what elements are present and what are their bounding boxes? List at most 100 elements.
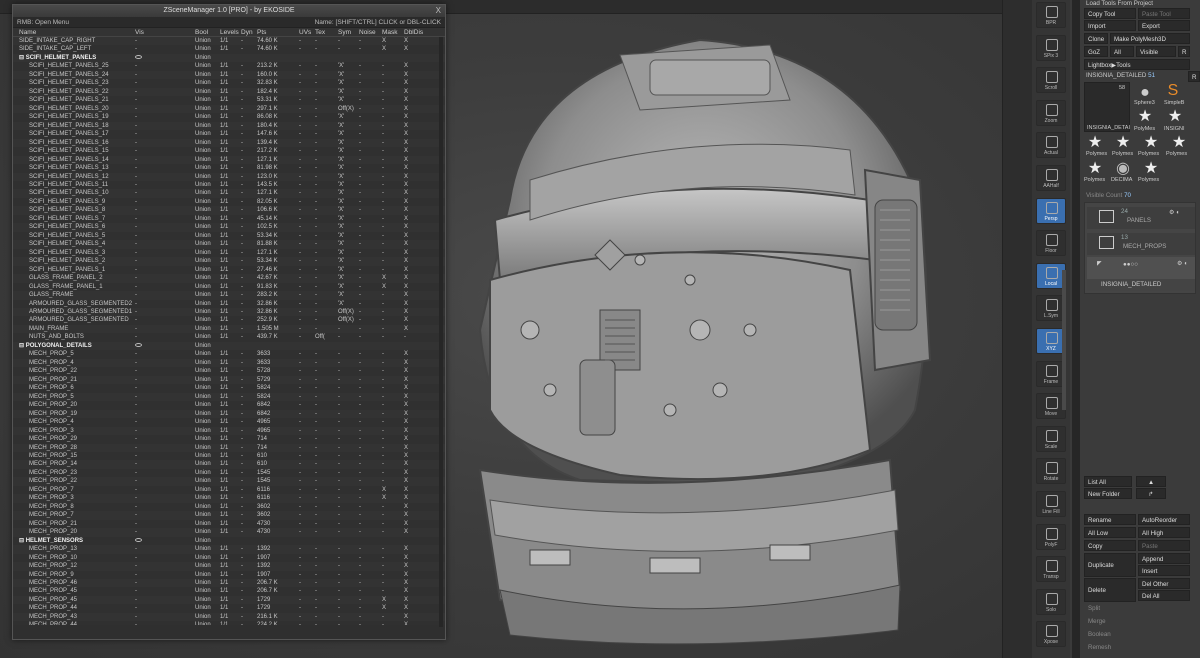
col-dbldis[interactable]: DblDis — [404, 28, 423, 37]
cell-mask[interactable]: X — [382, 45, 386, 53]
cell-name[interactable]: SCIFI_HELMET_PANELS_2 — [19, 257, 139, 265]
cell-bool[interactable]: Union — [195, 257, 211, 265]
cell-vis[interactable]: - — [135, 444, 137, 452]
cell-vis[interactable]: - — [135, 494, 137, 502]
cell-vis[interactable]: - — [135, 350, 137, 358]
table-row[interactable]: MECH_PROP_12- Union 1/1-1392- - - - - X — [13, 562, 445, 571]
cell-mask[interactable]: X — [382, 494, 386, 502]
folder-row[interactable]: ⊟ HELMET_SENSORS Union — [13, 537, 445, 545]
cell-name[interactable]: MECH_PROP_7 — [19, 486, 139, 494]
tool-transp[interactable]: Transp — [1036, 556, 1066, 583]
cell-mask[interactable]: - — [382, 173, 384, 181]
cell-mask[interactable]: - — [382, 164, 384, 172]
cell-vis[interactable]: - — [135, 333, 137, 341]
cell-dbl[interactable]: X — [404, 223, 408, 231]
cell-bool[interactable]: Union — [195, 156, 211, 164]
cell-sym[interactable]: 'X' — [338, 206, 344, 214]
cell-bool[interactable]: Union — [195, 477, 211, 485]
col-bool[interactable]: Bool — [195, 28, 208, 37]
table-row[interactable]: MECH_PROP_13- Union 1/1-1392- - - - - X — [13, 545, 445, 554]
cell-sym[interactable]: - — [338, 325, 340, 333]
cell-dbl[interactable]: X — [404, 71, 408, 79]
col-name[interactable]: Name — [19, 28, 139, 37]
cell-mask[interactable]: - — [382, 427, 384, 435]
cell-mask[interactable]: - — [382, 562, 384, 570]
cell-mask[interactable]: - — [382, 452, 384, 460]
cell-bool[interactable]: Union — [195, 105, 211, 113]
cell-name[interactable]: SCIFI_HELMET_PANELS_10 — [19, 189, 139, 197]
cell-name[interactable]: ⊟ POLYGONAL_DETAILS — [19, 342, 139, 350]
cell-bool[interactable]: Union — [195, 300, 211, 308]
table-row[interactable]: SCIFI_HELMET_PANELS_12- Union 1/1-123.0 K-… — [13, 172, 445, 181]
cell-vis[interactable]: - — [135, 376, 137, 384]
cell-dbl[interactable]: X — [404, 316, 408, 324]
cell-vis[interactable]: - — [135, 393, 137, 401]
all-low-button[interactable]: All Low — [1084, 527, 1136, 538]
cell-name[interactable]: MECH_PROP_19 — [19, 410, 139, 418]
cell-bool[interactable]: Union — [195, 266, 211, 274]
cell-name[interactable]: ARMOURED_GLASS_SEGMENTED1 — [19, 308, 139, 316]
cell-name[interactable]: SCIFI_HELMET_PANELS_16 — [19, 139, 139, 147]
cell-name[interactable]: MECH_PROP_8 — [19, 503, 139, 511]
table-row[interactable]: SIDE_INTAKE_CAP_LEFT - Union 1/1-74.60 K---… — [13, 45, 445, 53]
cell-bool[interactable]: Union — [195, 283, 211, 291]
rename-button[interactable]: Rename — [1084, 514, 1136, 525]
cell-dbl[interactable]: X — [404, 579, 408, 587]
cell-sym[interactable]: - — [338, 45, 340, 53]
cell-name[interactable]: MECH_PROP_44 — [19, 604, 139, 612]
cell-name[interactable]: ⊟ HELMET_SENSORS — [19, 537, 139, 545]
table-row[interactable]: SCIFI_HELMET_PANELS_25- Union 1/1-213.2 K-… — [13, 62, 445, 70]
cell-vis[interactable]: - — [135, 122, 137, 130]
merge-section[interactable]: Merge — [1088, 618, 1106, 625]
tool-polyf[interactable]: PolyF — [1036, 523, 1066, 550]
cell-name[interactable]: SCIFI_HELMET_PANELS_20 — [19, 105, 139, 113]
table-row[interactable]: MECH_PROP_3- Union 1/1-6116- - - - X X — [13, 494, 445, 503]
cell-vis[interactable]: - — [135, 130, 137, 138]
cell-name[interactable]: MECH_PROP_28 — [19, 444, 139, 452]
cell-bool[interactable]: Union — [195, 308, 211, 316]
cell-mask[interactable]: - — [382, 62, 384, 70]
col-uvs[interactable]: UVs — [299, 28, 311, 37]
cell-sym[interactable]: - — [338, 359, 340, 367]
cell-sym[interactable]: 'X' — [338, 96, 344, 104]
cell-mask[interactable]: - — [382, 621, 384, 625]
cell-bool[interactable]: Union — [195, 554, 211, 562]
copy-button[interactable]: Copy — [1084, 540, 1136, 551]
cell-name[interactable]: MECH_PROP_44 — [19, 621, 139, 625]
cell-bool[interactable]: Union — [195, 62, 211, 70]
cell-dbl[interactable]: X — [404, 604, 408, 612]
cell-bool[interactable]: Union — [195, 232, 211, 240]
cell-mask[interactable]: - — [382, 147, 384, 155]
cell-dbl[interactable]: X — [404, 122, 408, 130]
cell-sym[interactable]: - — [338, 333, 340, 341]
cell-vis[interactable]: - — [135, 300, 137, 308]
cell-name[interactable]: SIDE_INTAKE_CAP_RIGHT — [19, 37, 139, 45]
cell-mask[interactable]: - — [382, 444, 384, 452]
cell-bool[interactable]: Union — [195, 528, 211, 536]
table-row[interactable]: SCIFI_HELMET_PANELS_7- Union 1/1-45.14 K--… — [13, 215, 445, 223]
table-row[interactable]: MECH_PROP_20- Union 1/1-6842- - - - - X — [13, 401, 445, 409]
cell-vis[interactable]: - — [135, 45, 137, 53]
cell-bool[interactable]: Union — [195, 240, 211, 248]
cell-name[interactable]: MECH_PROP_5 — [19, 350, 139, 358]
new-folder-button[interactable]: New Folder — [1084, 488, 1132, 499]
cell-vis[interactable]: - — [135, 452, 137, 460]
cell-bool[interactable]: Union — [195, 393, 211, 401]
tools-scrollbar[interactable] — [1062, 270, 1066, 410]
cell-dbl[interactable]: X — [404, 587, 408, 595]
cell-mask[interactable]: - — [382, 435, 384, 443]
cell-sym[interactable]: - — [338, 596, 340, 604]
cell-name[interactable]: MECH_PROP_29 — [19, 435, 139, 443]
lightbox-tools-button[interactable]: Lightbox▶Tools — [1084, 59, 1190, 70]
cell-name[interactable]: MECH_PROP_15 — [19, 452, 139, 460]
cell-name[interactable]: NUTS_AND_BOLTS — [19, 333, 139, 341]
cell-vis[interactable]: - — [135, 469, 137, 477]
cell-mask[interactable]: - — [382, 206, 384, 214]
table-row[interactable]: ARMOURED_GLASS_SEGMENTED2- Union 1/1-32.86… — [13, 300, 445, 308]
cell-bool[interactable]: Union — [195, 113, 211, 121]
cell-dbl[interactable]: X — [404, 393, 408, 401]
visibility-eye-icon[interactable] — [135, 54, 142, 62]
cell-bool[interactable]: Union — [195, 189, 211, 197]
cell-name[interactable]: MECH_PROP_4 — [19, 418, 139, 426]
cell-name[interactable]: MECH_PROP_5 — [19, 393, 139, 401]
